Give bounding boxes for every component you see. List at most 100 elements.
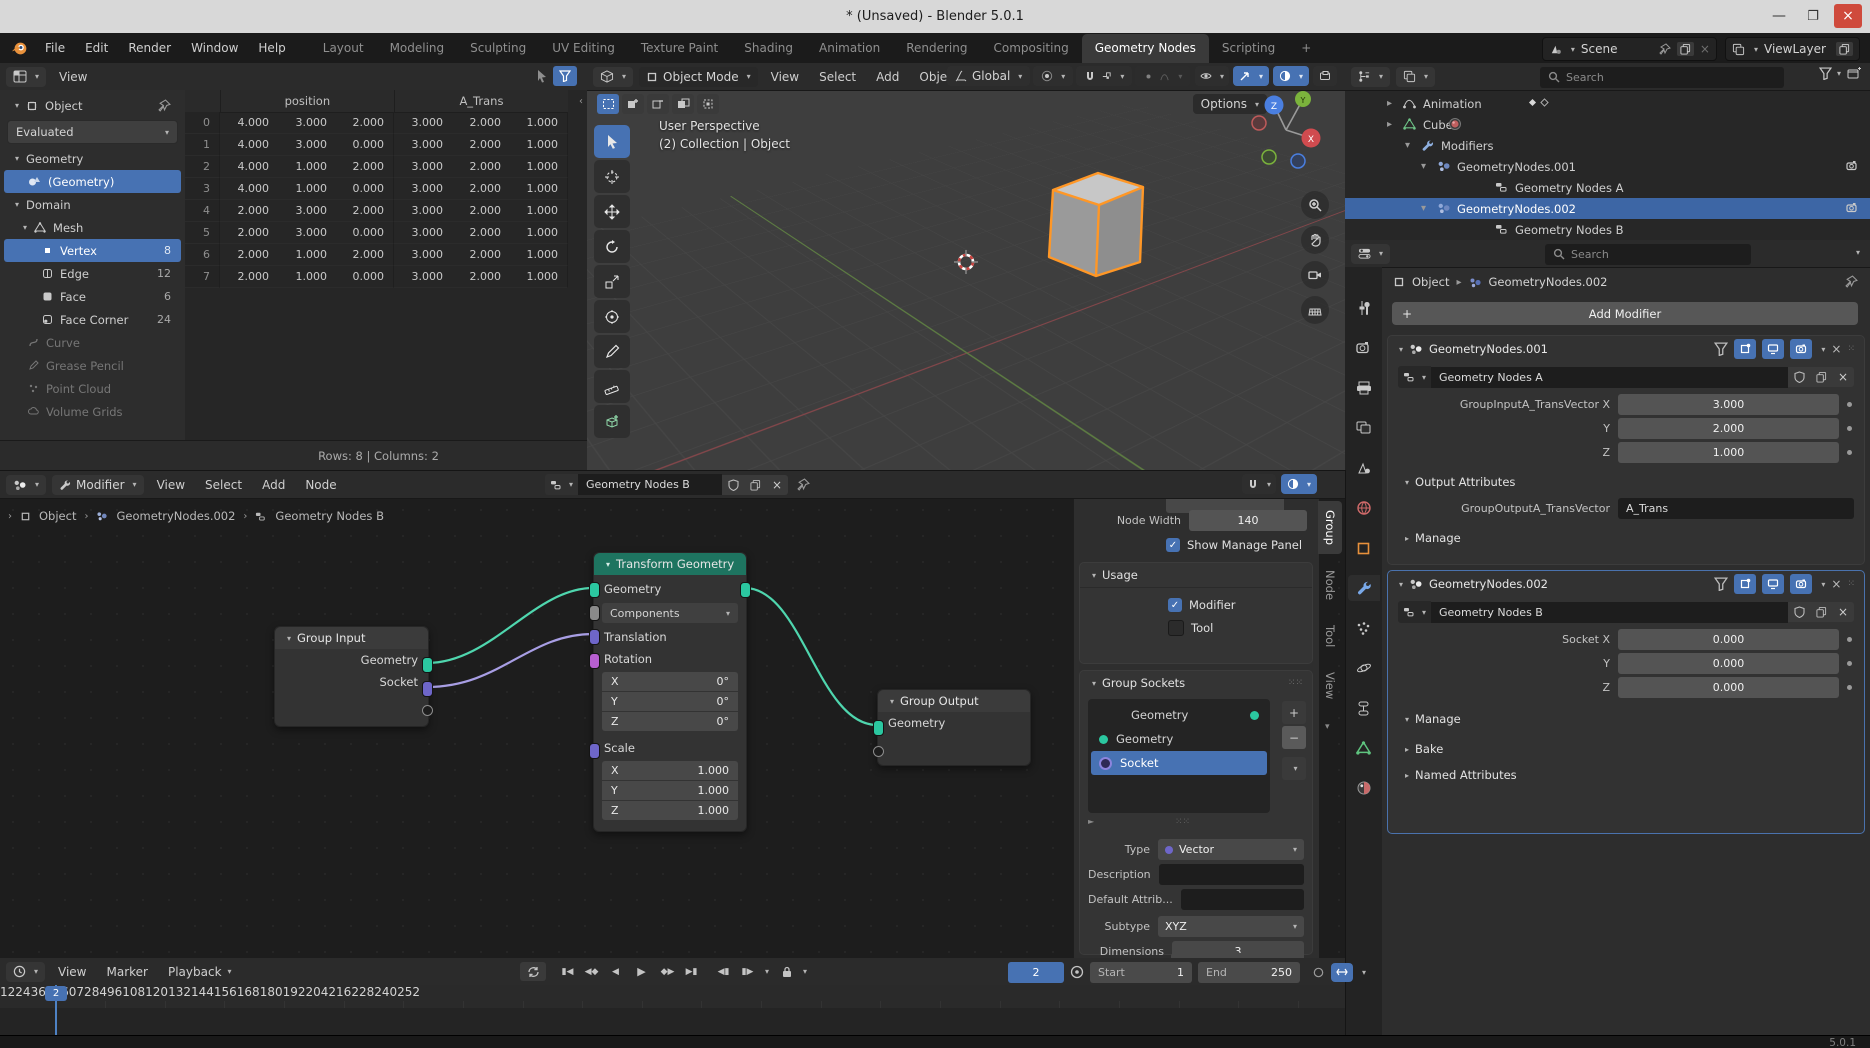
breadcrumb-object[interactable]: Object (1412, 275, 1449, 289)
input-socket-rotation[interactable] (589, 653, 600, 669)
chevron-down-icon[interactable]: ▾ (1399, 580, 1403, 589)
breadcrumb-modifier[interactable]: GeometryNodes.002 (1489, 275, 1608, 289)
group-sockets-panel-header[interactable]: ▾Group Sockets ⁙⁙ (1080, 671, 1312, 695)
lock-icon[interactable] (776, 962, 797, 981)
playback-dropdown-chevron[interactable]: ▾ (228, 967, 232, 976)
outliner-item-geometrynodes-001[interactable]: ▾GeometryNodes.001 (1345, 156, 1870, 177)
tab-sculpting[interactable]: Sculpting (457, 34, 539, 63)
node-menu-node[interactable]: Node (295, 478, 346, 492)
modifier-render-toggle[interactable] (1790, 339, 1812, 359)
properties-search-box[interactable]: Search (1545, 244, 1751, 265)
filter-funnel-toggle[interactable] (553, 66, 577, 86)
render-visibility-camera-icon[interactable] (1846, 202, 1860, 214)
node-tree-browse-button[interactable]: ▾ (545, 474, 578, 495)
node-value-field-y[interactable]: Y1.000 (602, 781, 738, 800)
new-collection-icon[interactable] (1847, 66, 1862, 80)
new-viewlayer-icon[interactable] (1836, 42, 1853, 56)
measure-tool[interactable] (594, 370, 630, 403)
modifier-on-cage-icon[interactable] (1714, 342, 1728, 356)
modifier-extras-dropdown[interactable]: ▾ (1821, 345, 1825, 354)
domain-row-vertex[interactable]: Vertex8 (4, 239, 181, 262)
jump-to-end-button[interactable]: ▶▮ (681, 962, 702, 981)
field-value[interactable]: 0.000 (1618, 629, 1839, 650)
modifier-edit-mode-toggle[interactable] (1734, 339, 1756, 359)
fake-user-shield-icon[interactable] (1788, 367, 1810, 387)
chevron-down-icon[interactable]: ▾ (1405, 140, 1410, 151)
play-button[interactable]: ▶ (629, 962, 654, 981)
breadcrumb-item[interactable]: Object (39, 509, 76, 523)
animate-property-dot[interactable] (1847, 402, 1852, 407)
scene-selector[interactable]: ▾ Scene × (1542, 37, 1717, 61)
navigation-gizmo[interactable]: Z Y X (1241, 85, 1331, 175)
field-value[interactable]: 1.000 (1618, 442, 1839, 463)
node-value-field-z[interactable]: Z0° (602, 712, 738, 731)
snap-magnet-dropdown[interactable]: ▾ (1076, 66, 1132, 86)
chevron-down-icon[interactable]: ▾ (765, 967, 769, 976)
outliner-item-animation[interactable]: ▸Animation (1345, 93, 1870, 114)
region-flyout-arrow[interactable]: ‹ (579, 96, 583, 107)
node-value-field-x[interactable]: X1.000 (602, 761, 738, 780)
select-mode-invert[interactable] (672, 94, 694, 114)
viewlayer-selector[interactable]: ▾ ViewLayer (1725, 37, 1860, 61)
render-visibility-camera-icon[interactable] (1846, 160, 1860, 172)
modifier-on-cage-icon[interactable] (1714, 577, 1728, 591)
gizmos-toggle[interactable]: ▾ (1233, 66, 1269, 86)
pin-icon[interactable] (1659, 43, 1671, 55)
timeline-menu-marker[interactable]: Marker (97, 965, 158, 979)
modifier-realtime-toggle[interactable] (1762, 339, 1784, 359)
node-tree-name-field[interactable]: Geometry Nodes B (578, 474, 722, 495)
delete-scene-icon[interactable]: × (1700, 42, 1710, 56)
keying-set-icon[interactable] (1070, 965, 1084, 979)
outliner-display-mode-button[interactable]: ▾ (1396, 67, 1435, 87)
domain-section-header[interactable]: ▾ Domain (4, 193, 181, 216)
output-socket-geometry[interactable] (740, 582, 751, 598)
prev-frame-button[interactable]: ◀▮ (713, 962, 734, 981)
breadcrumb-item[interactable]: Geometry Nodes B (275, 509, 384, 523)
next-frame-button[interactable]: ▮▶ (737, 962, 758, 981)
unlink-node-tree-icon[interactable]: × (1832, 602, 1854, 622)
auto-keyframe-icon[interactable] (1312, 966, 1325, 979)
node-value-field-y[interactable]: Y0° (602, 692, 738, 711)
modifier-close-icon[interactable]: × (1831, 577, 1841, 591)
copy-node-tree-icon[interactable] (1810, 602, 1832, 622)
pin-icon[interactable] (158, 99, 181, 112)
tab-geometry-nodes[interactable]: Geometry Nodes (1082, 34, 1209, 63)
tab-layout[interactable]: Layout (310, 34, 377, 63)
collapse-node-icon[interactable]: ▾ (287, 634, 291, 643)
node-group-input[interactable]: ▾ Group Input Geometry Socket (274, 626, 429, 727)
pin-id-icon[interactable] (1845, 275, 1858, 288)
column-header-a-trans[interactable]: A_Trans (395, 90, 568, 113)
select-mode-intersect[interactable] (697, 94, 719, 114)
add-cube-tool[interactable] (594, 405, 630, 438)
copy-node-tree-icon[interactable] (1810, 367, 1832, 387)
animate-property-dot[interactable] (1847, 450, 1852, 455)
node-tree-name-field[interactable]: Geometry Nodes B (1431, 602, 1788, 623)
transform-mode-dropdown[interactable]: Components ▾ (602, 603, 738, 623)
properties-options-dropdown[interactable]: ▾ (1856, 248, 1860, 257)
default-attribute-field[interactable] (1181, 889, 1304, 910)
start-frame-field[interactable]: Start 1 (1090, 962, 1192, 983)
chevron-right-icon[interactable]: ▸ (1387, 98, 1392, 109)
chevron-down-icon[interactable]: ▾ (1421, 161, 1426, 172)
node-value-field-z[interactable]: Z1.000 (602, 801, 738, 820)
modifier-realtime-toggle[interactable] (1762, 574, 1784, 594)
manage-panel-header[interactable]: ▾Manage (1402, 712, 1864, 726)
timeline-menu-playback[interactable]: Playback (158, 965, 232, 979)
remove-socket-button[interactable]: − (1282, 726, 1306, 749)
xray-toggle[interactable] (1313, 66, 1337, 86)
node-menu-add[interactable]: Add (252, 478, 295, 492)
unlink-node-tree-icon[interactable]: × (766, 475, 788, 495)
node-group-output[interactable]: ▾ Group Output Geometry (877, 689, 1031, 766)
domain-row-face[interactable]: Face6 (4, 285, 181, 308)
menu-render[interactable]: Render (118, 41, 181, 55)
domain-row-edge[interactable]: Edge12 (4, 262, 181, 285)
copy-node-tree-icon[interactable] (744, 475, 766, 495)
outliner-item-cube[interactable]: ▸Cube (1345, 114, 1870, 135)
viewport-menu-select[interactable]: Select (809, 70, 866, 84)
properties-tab-physics-icon[interactable] (1348, 655, 1380, 681)
node-tree-browse-button[interactable]: ▾ (1398, 366, 1431, 388)
outliner-editor-type-button[interactable]: ▾ (1351, 67, 1390, 87)
spreadsheet-editor-type-button[interactable]: ▾ (6, 67, 46, 87)
extend-socket[interactable] (422, 705, 433, 716)
viewport-menu-view[interactable]: View (761, 70, 809, 84)
